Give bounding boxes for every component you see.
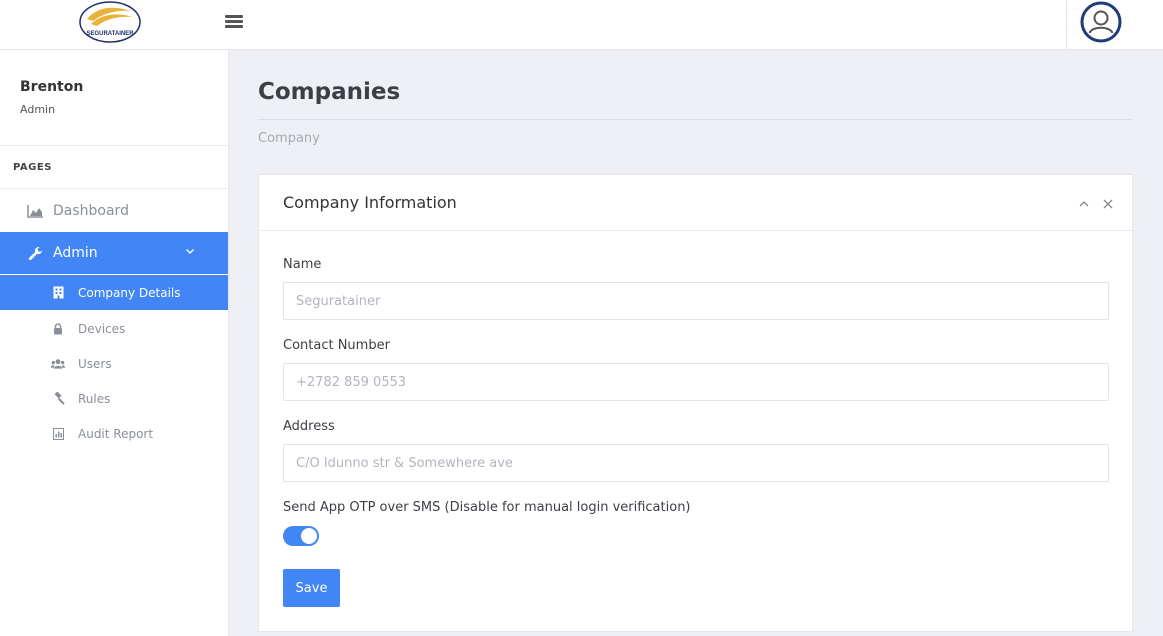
lock-icon (51, 322, 65, 336)
chevron-down-icon[interactable] (184, 245, 196, 257)
sidebar-item-label: Users (78, 356, 112, 371)
contact-number-label: Contact Number (283, 338, 390, 353)
sidebar-item-label: Audit Report (78, 426, 154, 441)
sidebar-item-devices[interactable]: Devices (0, 311, 228, 346)
address-input[interactable] (283, 444, 1109, 482)
contact-number-input[interactable] (283, 363, 1109, 401)
card-title: Company Information (283, 193, 457, 212)
user-circle-icon[interactable] (1080, 1, 1122, 43)
name-input[interactable] (283, 282, 1109, 320)
otp-sms-toggle[interactable] (283, 526, 319, 546)
sidebar: Brenton Admin PAGES Dashboard Admin Comp… (0, 50, 229, 636)
sidebar-item-users[interactable]: Users (0, 346, 228, 381)
address-label: Address (283, 419, 335, 434)
building-icon (51, 286, 65, 300)
company-logo[interactable]: SEGURATAINER (79, 1, 141, 43)
sidebar-item-audit-report[interactable]: Audit Report (0, 416, 228, 451)
save-button[interactable]: Save (283, 569, 340, 607)
title-divider (258, 119, 1133, 120)
sidebar-item-label: Company Details (78, 285, 181, 300)
sidebar-item-label: Devices (78, 321, 126, 336)
sidebar-divider (0, 145, 229, 146)
header-divider (1066, 0, 1067, 49)
page-title: Companies (258, 79, 401, 105)
report-icon (51, 427, 65, 441)
otp-sms-label: Send App OTP over SMS (Disable for manua… (283, 500, 691, 515)
sidebar-item-company-details[interactable]: Company Details (0, 275, 228, 310)
wrench-icon (27, 245, 44, 262)
sidebar-section-label: PAGES (13, 162, 52, 173)
top-bar: SEGURATAINER (0, 0, 1163, 50)
svg-text:SEGURATAINER: SEGURATAINER (86, 31, 134, 37)
gavel-icon (51, 392, 65, 406)
sidebar-item-label: Dashboard (53, 202, 129, 219)
sidebar-user-name: Brenton (20, 79, 84, 95)
sidebar-item-label: Rules (78, 391, 111, 406)
chevron-up-icon[interactable] (1077, 196, 1091, 210)
breadcrumb[interactable]: Company (258, 131, 320, 146)
sidebar-item-dashboard[interactable]: Dashboard (0, 189, 228, 232)
card-header: Company Information (259, 175, 1132, 231)
area-chart-icon (27, 202, 44, 219)
toggle-knob (301, 528, 317, 544)
sidebar-item-rules[interactable]: Rules (0, 381, 228, 416)
name-label: Name (283, 257, 322, 272)
company-information-card: Company Information Name Contact Number … (258, 174, 1133, 632)
users-icon (51, 357, 65, 371)
sidebar-item-admin[interactable]: Admin (0, 232, 228, 274)
sidebar-item-label: Admin (53, 245, 98, 261)
hamburger-icon[interactable] (224, 13, 244, 33)
sidebar-user-role: Admin (20, 103, 56, 116)
close-icon[interactable] (1101, 196, 1115, 210)
